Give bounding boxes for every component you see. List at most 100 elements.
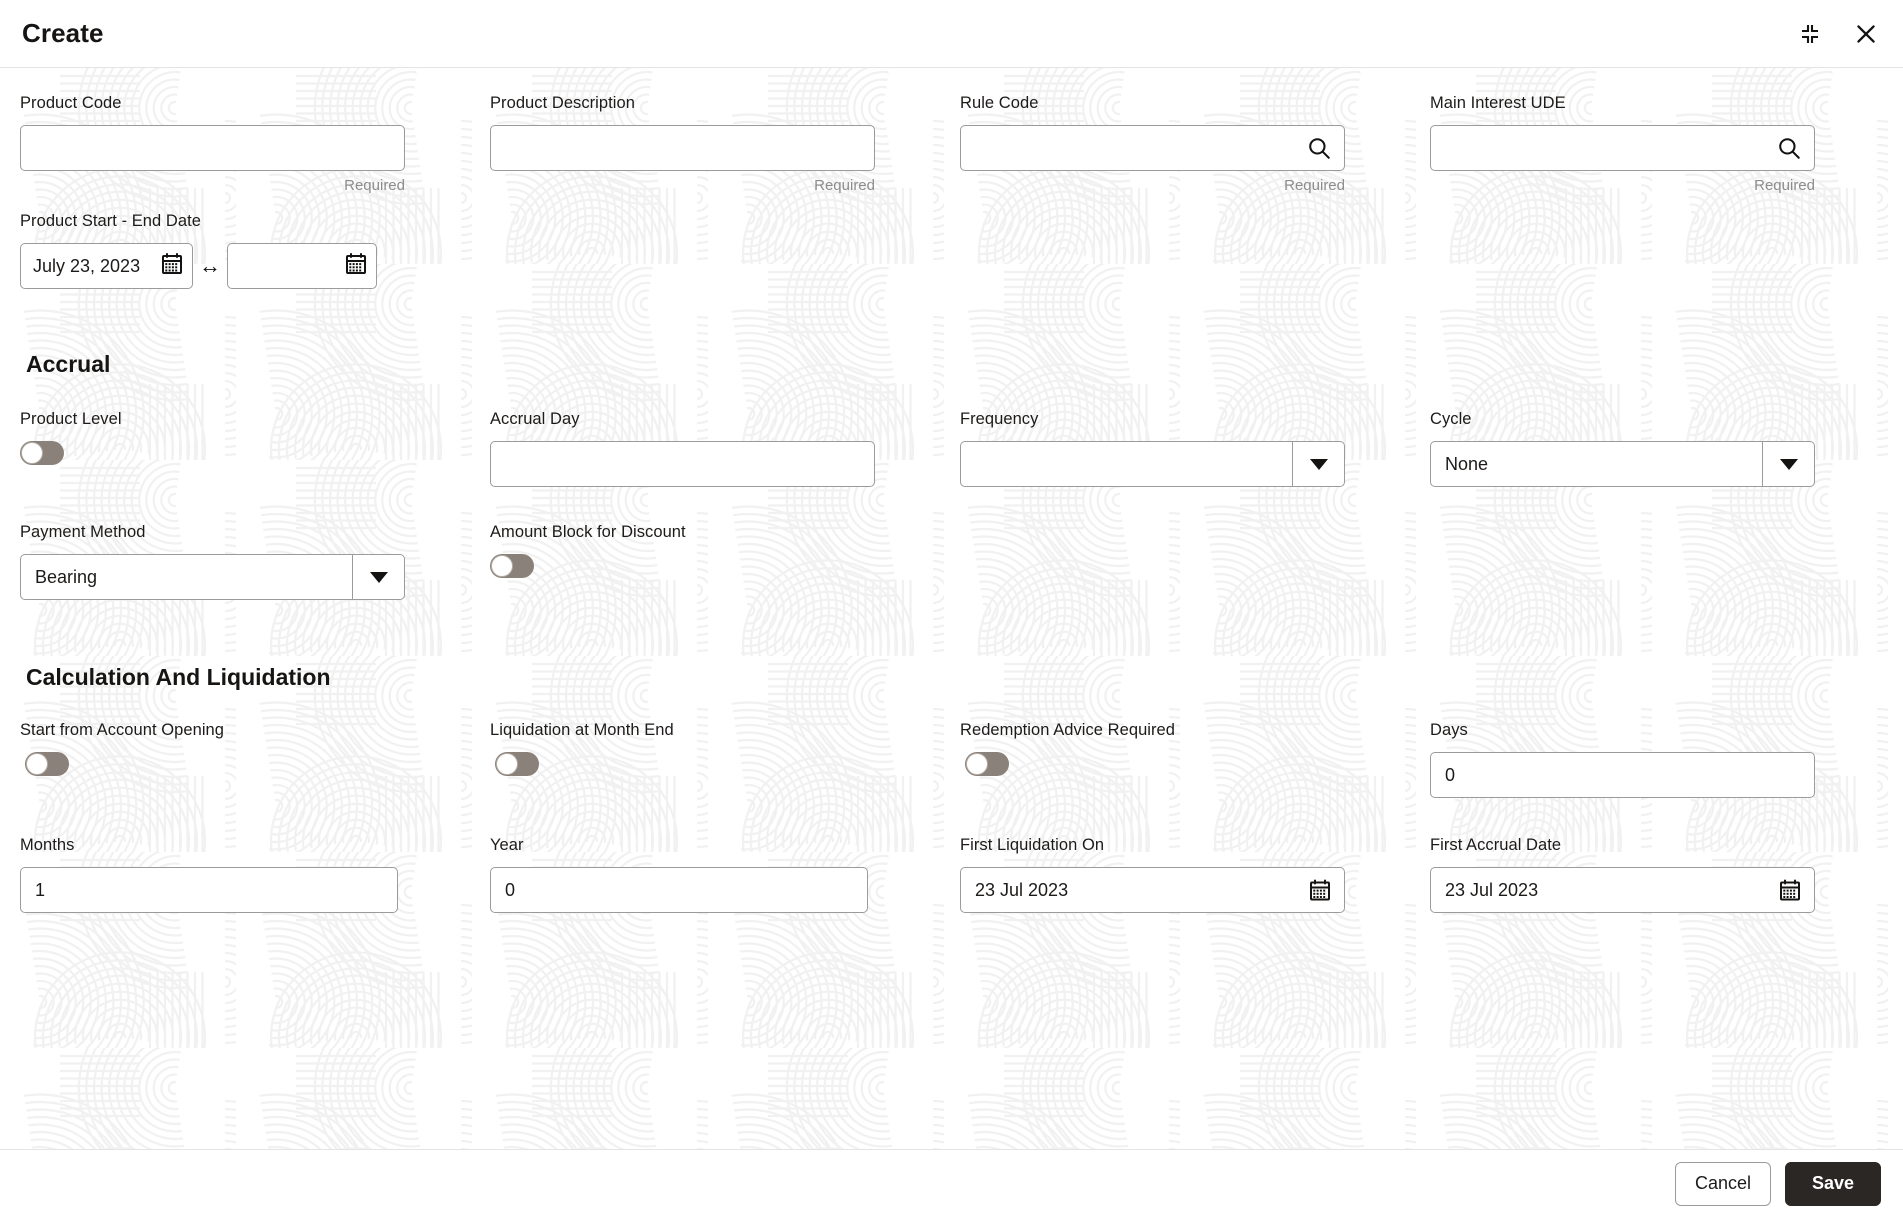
months-input-wrap[interactable]	[20, 867, 398, 913]
accrual-day-input-wrap[interactable]	[490, 441, 875, 487]
days-input-wrap[interactable]	[1430, 752, 1815, 798]
field-cycle: Cycle None	[1430, 410, 1903, 487]
field-redemption-advice-required: Redemption Advice Required	[960, 721, 1430, 798]
chevron-down-icon-shape	[1309, 458, 1328, 470]
cycle-select[interactable]: None	[1430, 441, 1815, 487]
toggle-knob	[21, 442, 43, 464]
field-first-liquidation-on: First Liquidation On	[960, 836, 1430, 913]
product-level-toggle[interactable]	[20, 441, 64, 465]
search-icon-svg	[1779, 138, 1800, 159]
label-product-level: Product Level	[20, 410, 122, 428]
first-liquidation-on-input-wrap[interactable]	[960, 867, 1345, 913]
first-accrual-date-input-wrap[interactable]	[1430, 867, 1815, 913]
year-input[interactable]	[491, 868, 867, 912]
close-icon-svg	[1857, 24, 1875, 43]
toggle-knob	[491, 555, 513, 577]
form-row-calculation-1: Start from Account Opening Liquidation a…	[0, 721, 1903, 798]
calendar-icon-svg	[346, 253, 366, 274]
form-row-date: Product Start - End Date July 23, 2023 ↔	[0, 212, 1903, 289]
field-year: Year	[490, 836, 960, 913]
field-payment-method: Payment Method Bearing	[20, 523, 490, 600]
chevron-down-icon[interactable]	[1762, 442, 1814, 486]
field-spacer-2	[1430, 523, 1903, 600]
amount-block-toggle[interactable]	[490, 554, 534, 578]
label-product-start-end-date: Product Start - End Date	[20, 212, 201, 230]
year-input-wrap[interactable]	[490, 867, 868, 913]
label-days: Days	[1430, 721, 1468, 739]
payment-method-select[interactable]: Bearing	[20, 554, 405, 600]
form-row-accrual-2: Payment Method Bearing Amount Block for …	[0, 523, 1903, 600]
accrual-day-input[interactable]	[491, 442, 874, 486]
calendar-icon[interactable]	[1778, 878, 1802, 902]
form-row-calculation-2: Months Year First Liquidation On	[0, 836, 1903, 913]
search-icon[interactable]	[1776, 135, 1802, 161]
search-icon-svg	[1309, 138, 1330, 159]
label-accrual-day: Accrual Day	[490, 410, 580, 428]
form-row-main: Product Code Required Product Descriptio…	[0, 68, 1903, 194]
redemption-advice-required-toggle[interactable]	[965, 752, 1009, 776]
main-interest-ude-input[interactable]	[1431, 126, 1814, 170]
dialog-footer: Cancel Save	[0, 1149, 1903, 1217]
cancel-button[interactable]: Cancel	[1675, 1161, 1771, 1206]
liquidation-at-month-end-toggle[interactable]	[495, 752, 539, 776]
field-product-description: Product Description Required	[490, 68, 960, 194]
search-icon[interactable]	[1306, 135, 1332, 161]
chevron-down-icon[interactable]	[1292, 442, 1344, 486]
calendar-icon-svg	[1780, 879, 1800, 901]
titlebar-actions	[1795, 19, 1881, 49]
frequency-select[interactable]	[960, 441, 1345, 487]
chevron-down-icon-shape	[369, 571, 388, 583]
label-first-liquidation-on: First Liquidation On	[960, 836, 1105, 854]
start-from-account-opening-toggle[interactable]	[25, 752, 69, 776]
end-date-input-wrap[interactable]	[227, 243, 377, 289]
label-liquidation-at-month-end: Liquidation at Month End	[490, 721, 674, 739]
helper-rule-code: Required	[1284, 177, 1345, 194]
chevron-down-icon[interactable]	[352, 555, 404, 599]
dialog-titlebar: Create	[0, 0, 1903, 68]
cycle-value: None	[1445, 453, 1489, 474]
calendar-icon[interactable]	[1308, 878, 1332, 902]
label-product-code: Product Code	[20, 94, 122, 112]
days-input[interactable]	[1431, 753, 1814, 797]
save-button[interactable]: Save	[1785, 1161, 1881, 1206]
collapse-icon[interactable]	[1795, 19, 1825, 49]
label-year: Year	[490, 836, 524, 854]
helper-product-code: Required	[344, 177, 405, 194]
calendar-icon-svg	[162, 253, 182, 274]
product-description-input[interactable]	[491, 126, 874, 170]
chevron-down-icon-shape	[1779, 458, 1798, 470]
rule-code-input-wrap[interactable]	[960, 125, 1345, 171]
close-icon[interactable]	[1851, 19, 1881, 49]
first-liquidation-on-input[interactable]	[961, 868, 1344, 912]
start-date-value: July 23, 2023	[33, 255, 141, 276]
collapse-icon-svg	[1802, 24, 1818, 43]
helper-product-description: Required	[814, 177, 875, 194]
calendar-icon[interactable]	[160, 252, 184, 281]
label-first-accrual-date: First Accrual Date	[1430, 836, 1562, 854]
product-description-input-wrap[interactable]	[490, 125, 875, 171]
label-main-interest-ude: Main Interest UDE	[1430, 94, 1566, 112]
product-code-input[interactable]	[21, 126, 404, 170]
rule-code-input[interactable]	[961, 126, 1344, 170]
field-product-level: Product Level	[20, 410, 490, 487]
months-input[interactable]	[21, 868, 397, 912]
page-title: Create	[22, 18, 104, 48]
main-interest-ude-input-wrap[interactable]	[1430, 125, 1815, 171]
field-product-start-end-date: Product Start - End Date July 23, 2023 ↔	[20, 212, 490, 289]
helper-main-interest-ude: Required	[1754, 177, 1815, 194]
product-code-input-wrap[interactable]	[20, 125, 405, 171]
dialog-body: Product Code Required Product Descriptio…	[0, 68, 1903, 1149]
label-frequency: Frequency	[960, 410, 1039, 428]
start-date-input-wrap[interactable]: July 23, 2023	[20, 243, 193, 289]
field-frequency: Frequency	[960, 410, 1430, 487]
calendar-icon[interactable]	[344, 252, 368, 281]
field-spacer-1	[960, 523, 1430, 600]
field-main-interest-ude: Main Interest UDE Required	[1430, 68, 1903, 194]
label-cycle: Cycle	[1430, 410, 1472, 428]
first-accrual-date-input[interactable]	[1431, 868, 1814, 912]
form-row-accrual-1: Product Level Accrual Day Frequency Cycl…	[0, 410, 1903, 487]
payment-method-value: Bearing	[35, 566, 98, 587]
field-product-code: Product Code Required	[20, 68, 490, 194]
field-rule-code: Rule Code Required	[960, 68, 1430, 194]
field-liquidation-at-month-end: Liquidation at Month End	[490, 721, 960, 798]
